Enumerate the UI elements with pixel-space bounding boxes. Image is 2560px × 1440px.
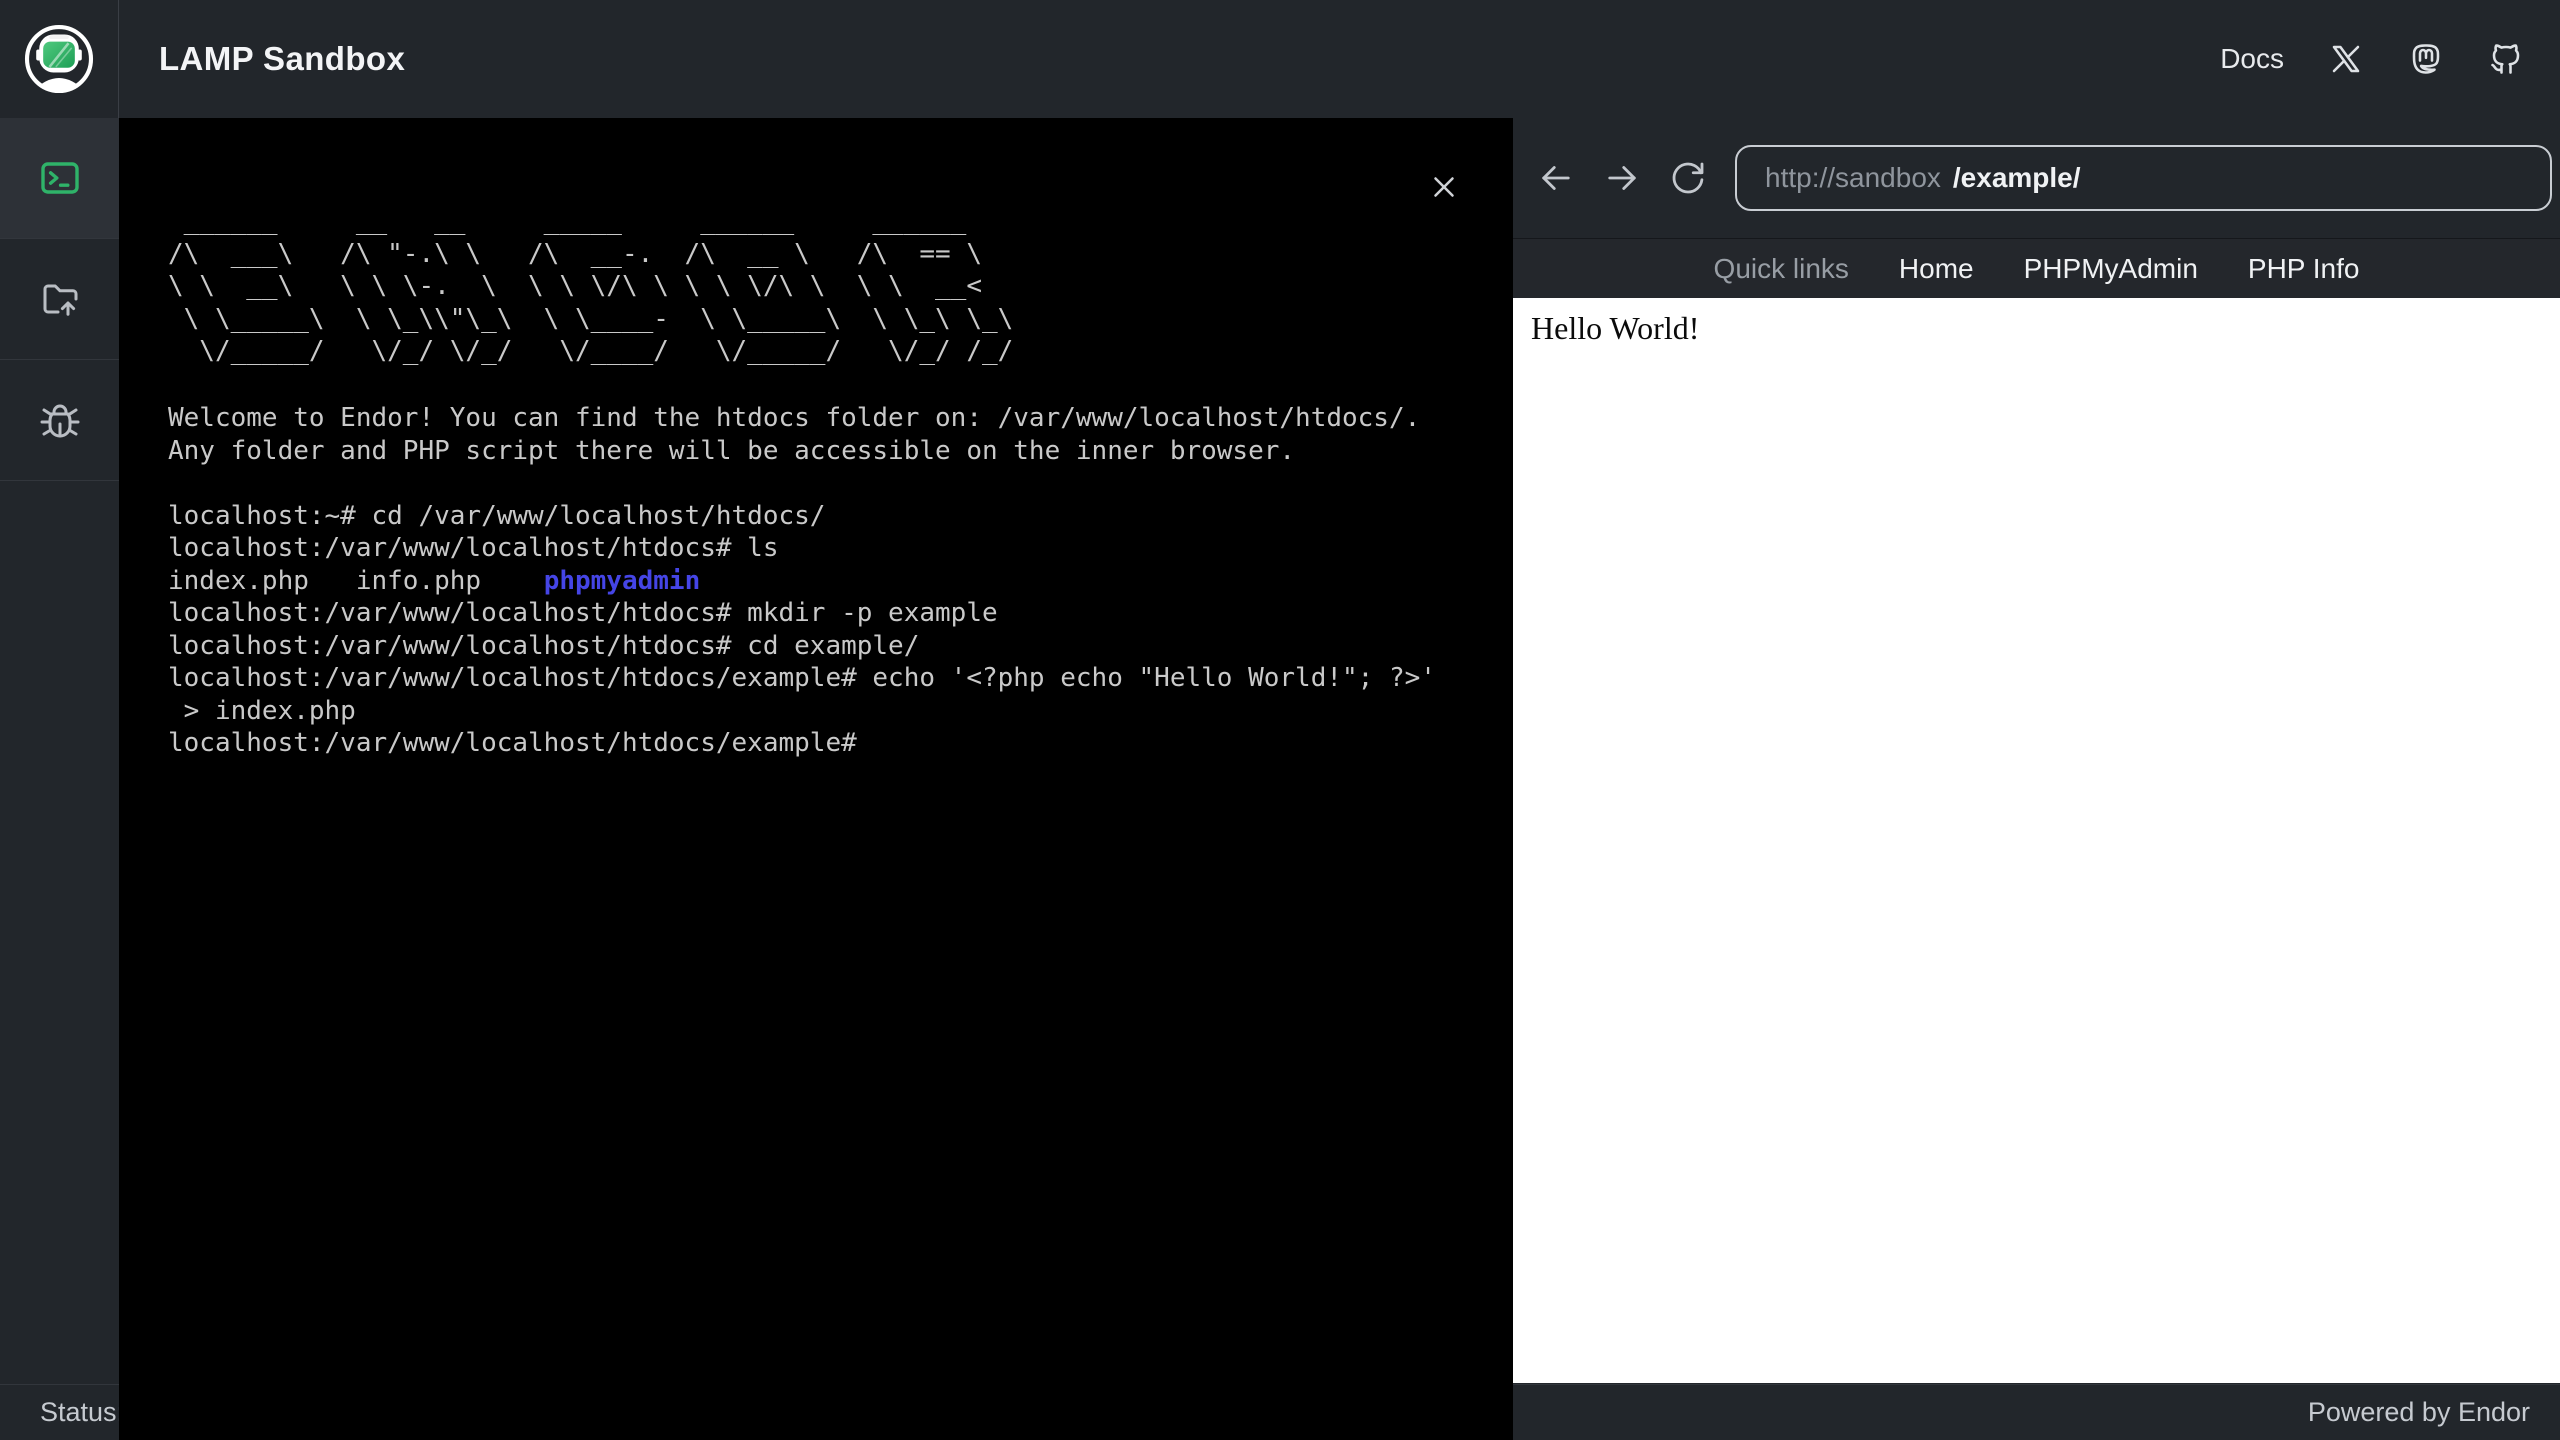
browser-back-button[interactable]	[1523, 145, 1589, 211]
page-title: LAMP Sandbox	[159, 40, 406, 77]
github-icon[interactable]	[2488, 41, 2524, 77]
astronaut-helmet-icon	[24, 24, 94, 94]
terminal-ascii-banner: ______ __ __ _____ ______ ______ /\ ___\…	[168, 206, 1014, 366]
folder-upload-icon	[43, 284, 77, 316]
arrow-left-icon	[1542, 166, 1570, 190]
inner-browser-panel: http://sandbox /example/ Quick links Hom…	[1513, 118, 2560, 1384]
browser-refresh-button[interactable]	[1655, 145, 1721, 211]
quick-links-nav: Home PHPMyAdmin PHP Info	[1899, 253, 2360, 285]
url-input[interactable]: http://sandbox /example/	[1735, 145, 2552, 211]
refresh-icon	[1672, 162, 1704, 194]
x-twitter-icon[interactable]	[2328, 41, 2364, 77]
url-path-text: /example/	[1952, 162, 2081, 193]
url-host-text: http://sandbox	[1765, 162, 1941, 193]
terminal-icon	[40, 162, 79, 194]
app-logo	[0, 0, 119, 118]
php-output-text: Hello World!	[1531, 310, 1700, 346]
lamp-sandbox-app: LAMP Sandbox Docs Status: Powered by End…	[0, 0, 2560, 1440]
header-actions: Docs	[2220, 41, 2560, 77]
quick-links-label: Quick links	[1713, 252, 1849, 284]
quick-link-phpmyadmin[interactable]: PHPMyAdmin	[2024, 253, 2198, 285]
terminal-window[interactable]: ______ __ __ _____ ______ ______ /\ ___\…	[119, 118, 1513, 1440]
mastodon-icon[interactable]	[2408, 41, 2444, 77]
sidebar-item-upload-files[interactable]	[0, 239, 119, 360]
status-label: Status:	[40, 1397, 125, 1427]
sidebar-item-terminal[interactable]	[0, 118, 119, 239]
arrow-right-icon	[1608, 166, 1636, 190]
quick-link-home[interactable]: Home	[1899, 253, 1974, 285]
browser-forward-button[interactable]	[1589, 145, 1655, 211]
powered-by-label: Powered by Endor	[2307, 1397, 2530, 1427]
terminal-output: Welcome to Endor! You can find the htdoc…	[168, 403, 1436, 758]
close-icon	[1434, 177, 1454, 197]
terminal-close-button[interactable]	[1425, 168, 1463, 206]
browser-toolbar: http://sandbox /example/	[1513, 118, 2560, 238]
sidebar	[0, 118, 119, 1384]
bug-icon	[40, 404, 79, 438]
app-header: LAMP Sandbox Docs	[0, 0, 2560, 118]
sidebar-item-debug[interactable]	[0, 360, 119, 481]
quick-links-bar: Quick links Home PHPMyAdmin PHP Info	[1513, 238, 2560, 298]
quick-link-php-info[interactable]: PHP Info	[2248, 253, 2360, 285]
browser-viewport: Hello World!	[1513, 298, 2560, 1383]
docs-link[interactable]: Docs	[2220, 43, 2284, 75]
